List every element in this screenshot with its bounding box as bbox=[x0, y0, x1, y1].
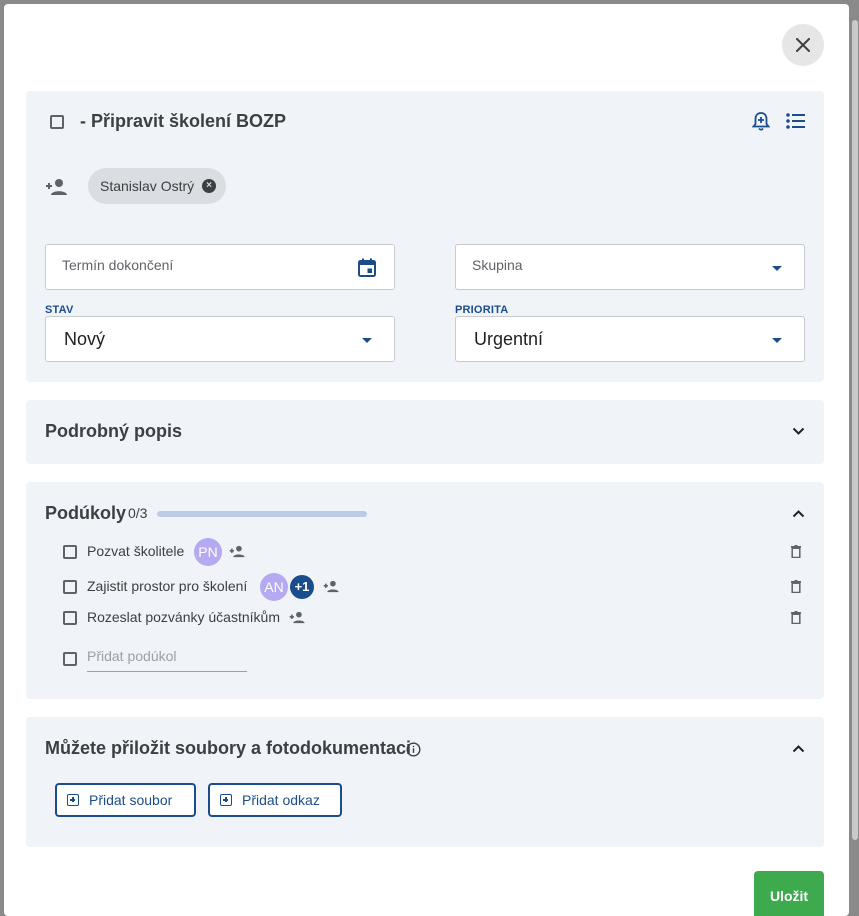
remove-assignee-icon[interactable]: × bbox=[202, 179, 216, 193]
subtask-label[interactable]: Rozeslat pozvánky účastníkům bbox=[87, 609, 280, 625]
person-add-icon[interactable] bbox=[229, 545, 246, 558]
status-label: STAV bbox=[45, 304, 74, 316]
trash-icon[interactable] bbox=[791, 611, 801, 624]
attachments-section: Můžete přiložit soubory a fotodokumentac… bbox=[26, 717, 824, 847]
add-file-label: Přidat soubor bbox=[89, 792, 173, 808]
close-icon bbox=[796, 38, 810, 52]
add-file-button[interactable]: Přidat soubor bbox=[55, 783, 196, 817]
trash-icon[interactable] bbox=[791, 580, 801, 593]
subtasks-title: Podúkoly bbox=[45, 503, 127, 523]
priority-label: PRIORITA bbox=[455, 304, 509, 316]
status-dropdown-icon bbox=[362, 338, 372, 343]
task-dialog: - Připravit školení BOZP Stanislav Ostrý… bbox=[4, 4, 849, 916]
subtask-label[interactable]: Zajistit prostor pro školení bbox=[87, 578, 247, 594]
priority-value: Urgentní bbox=[474, 329, 544, 349]
task-title[interactable]: - Připravit školení BOZP bbox=[80, 111, 286, 132]
add-link-button[interactable]: Přidat odkaz bbox=[208, 783, 342, 817]
task-complete-checkbox[interactable] bbox=[50, 115, 64, 129]
group-dropdown-icon bbox=[772, 266, 782, 271]
list-icon bbox=[786, 113, 805, 129]
info-icon[interactable] bbox=[406, 742, 421, 757]
attachments-title: Můžete přiložit soubory a fotodokumentac… bbox=[45, 738, 412, 758]
subtasks-progress bbox=[157, 511, 367, 517]
description-title: Podrobný popis bbox=[45, 421, 182, 441]
subtask-checkbox[interactable] bbox=[63, 545, 77, 559]
status-value: Nový bbox=[64, 329, 106, 349]
more-assignees-badge[interactable]: +1 bbox=[290, 575, 314, 599]
bell-plus-icon bbox=[752, 112, 770, 131]
status-select[interactable]: Nový bbox=[45, 316, 395, 362]
subtasks-toggle-button[interactable] bbox=[786, 113, 806, 129]
avatar[interactable]: PN bbox=[194, 538, 222, 566]
chevron-up-icon[interactable] bbox=[792, 744, 805, 753]
new-subtask-checkbox[interactable] bbox=[63, 652, 77, 666]
calendar-icon[interactable] bbox=[358, 258, 376, 277]
add-reminder-button[interactable] bbox=[752, 112, 770, 132]
description-section[interactable]: Podrobný popis bbox=[26, 400, 824, 464]
person-add-icon[interactable] bbox=[289, 611, 306, 624]
chevron-down-icon[interactable] bbox=[792, 427, 805, 436]
scrollbar-thumb[interactable] bbox=[852, 20, 858, 840]
add-link-label: Přidat odkaz bbox=[242, 792, 320, 808]
chevron-up-icon[interactable] bbox=[792, 509, 805, 518]
due-date-field[interactable]: Termín dokončení bbox=[45, 244, 395, 290]
close-button[interactable] bbox=[782, 24, 824, 66]
subtask-checkbox[interactable] bbox=[63, 611, 77, 625]
subtask-label[interactable]: Pozvat školitele bbox=[87, 543, 184, 559]
priority-dropdown-icon bbox=[772, 338, 782, 343]
subtasks-count: 0/3 bbox=[128, 505, 148, 521]
scrollbar[interactable] bbox=[851, 4, 859, 904]
plus-box-icon bbox=[220, 794, 232, 806]
save-button[interactable]: Uložit bbox=[754, 871, 824, 916]
group-placeholder: Skupina bbox=[472, 257, 523, 273]
add-subtask-input[interactable]: Přidat podúkol bbox=[87, 648, 247, 672]
priority-select[interactable]: Urgentní bbox=[455, 316, 805, 362]
trash-icon[interactable] bbox=[791, 545, 801, 558]
due-date-placeholder: Termín dokončení bbox=[62, 257, 174, 273]
task-card: - Připravit školení BOZP Stanislav Ostrý… bbox=[26, 91, 824, 382]
add-assignee-button[interactable] bbox=[45, 178, 69, 196]
avatar[interactable]: AN bbox=[260, 573, 288, 601]
person-add-icon[interactable] bbox=[323, 580, 340, 593]
group-select[interactable]: Skupina bbox=[455, 244, 805, 290]
subtasks-section: Podúkoly 0/3 Pozvat školitele PN Zajisti… bbox=[26, 482, 824, 699]
assignee-chip: Stanislav Ostrý × bbox=[88, 168, 226, 204]
person-add-icon bbox=[46, 179, 67, 195]
assignee-name: Stanislav Ostrý bbox=[100, 178, 195, 194]
subtask-checkbox[interactable] bbox=[63, 580, 77, 594]
plus-box-icon bbox=[67, 794, 79, 806]
